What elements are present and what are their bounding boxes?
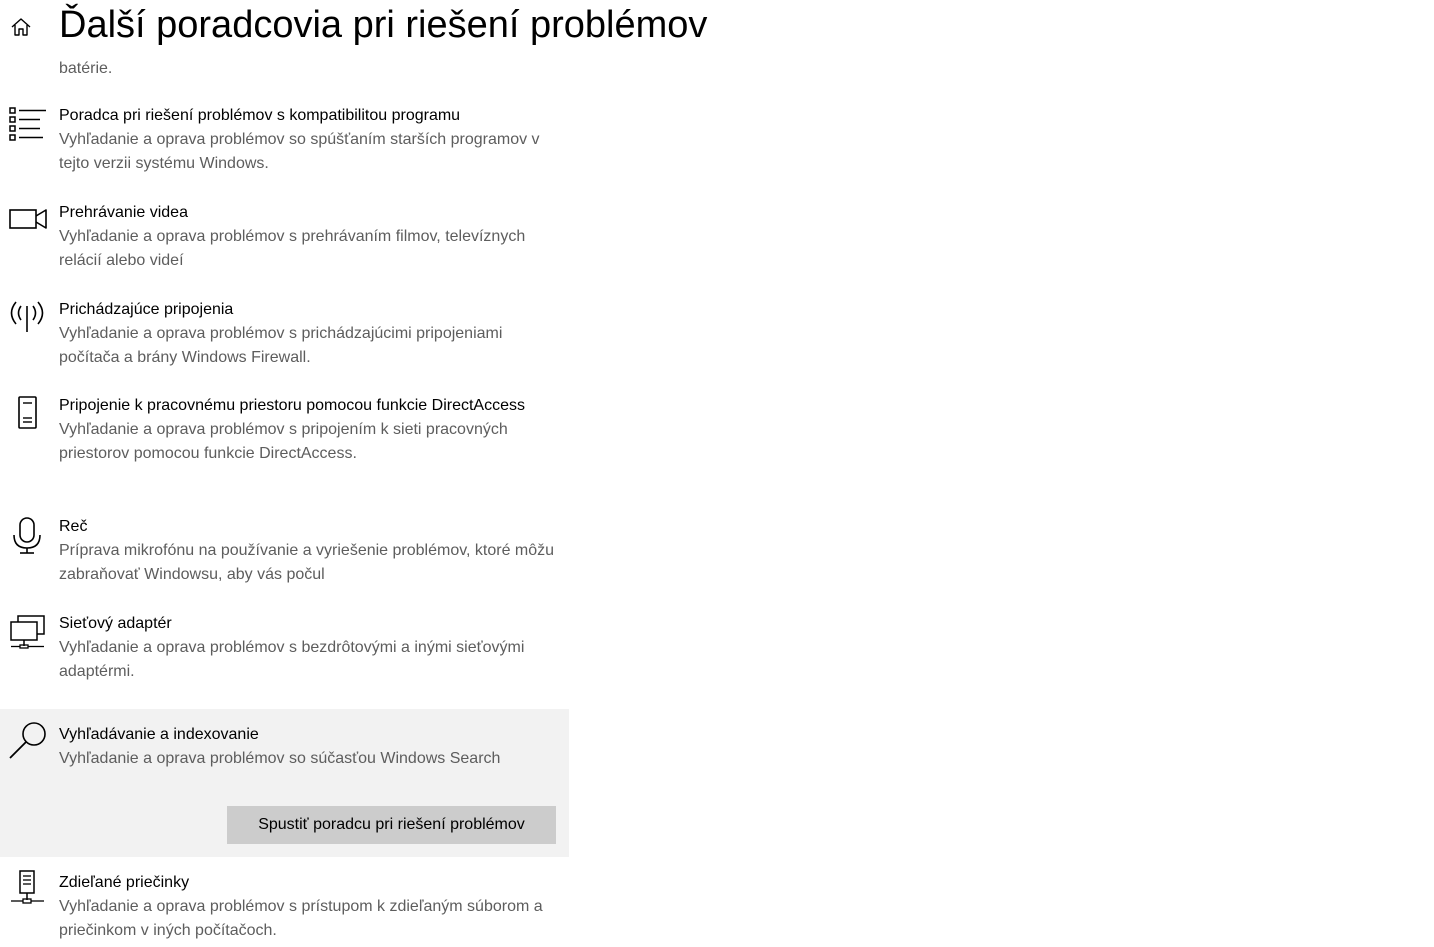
troubleshooter-item-network-adapter[interactable]: Sieťový adaptér Vyhľadanie a oprava prob… (0, 612, 569, 709)
troubleshooter-description: Vyhľadanie a oprava problémov so súčasťo… (59, 750, 501, 767)
troubleshooter-title: Sieťový adaptér (59, 615, 172, 632)
troubleshooter-item-speech[interactable]: Reč Príprava mikrofónu na používanie a v… (0, 515, 569, 612)
troubleshooter-title: Vyhľadávanie a indexovanie (59, 726, 259, 743)
troubleshooter-description: Vyhľadanie a oprava problémov s prehráva… (59, 228, 526, 269)
troubleshooter-item-shared-folders[interactable]: Zdieľané priečinky Vyhľadanie a oprava p… (0, 857, 569, 947)
troubleshooter-title: Poradca pri riešení problémov s kompatib… (59, 107, 461, 124)
phone-icon (8, 396, 48, 436)
run-troubleshooter-button[interactable]: Spustiť poradcu pri riešení problémov (227, 806, 556, 844)
network-adapter-icon (8, 614, 48, 654)
video-camera-icon (8, 203, 48, 243)
troubleshooter-description: Vyhľadanie a oprava problémov s prichádz… (59, 325, 503, 366)
search-icon (8, 721, 48, 761)
troubleshooter-title: Reč (59, 518, 88, 535)
troubleshooter-item-video-playback[interactable]: Prehrávanie videa Vyhľadanie a oprava pr… (0, 201, 569, 298)
home-button[interactable] (6, 12, 36, 42)
troubleshooter-description: Vyhľadanie a oprava problémov s pripojen… (59, 421, 508, 462)
troubleshooter-description: Vyhľadanie a oprava problémov s bezdrôto… (59, 639, 525, 680)
microphone-icon (8, 517, 48, 557)
troubleshooter-description: Príprava mikrofónu na používanie a vyrie… (59, 542, 555, 583)
list-icon (8, 106, 48, 146)
troubleshooter-title: Pripojenie k pracovnému priestoru pomoco… (59, 397, 525, 414)
home-icon (11, 18, 31, 36)
troubleshooter-item-program-compatibility[interactable]: Poradca pri riešení problémov s kompatib… (0, 104, 569, 201)
troubleshooter-description: Vyhľadanie a oprava problémov so spúšťan… (59, 131, 540, 172)
truncated-description: batérie. (59, 60, 113, 77)
troubleshooter-title: Zdieľané priečinky (59, 874, 190, 891)
troubleshooter-item-directaccess[interactable]: Pripojenie k pracovnému priestoru pomoco… (0, 394, 569, 515)
antenna-icon (8, 300, 48, 340)
page-title: Ďalší poradcovia pri riešení problémov (59, 4, 708, 46)
troubleshooter-title: Prichádzajúce pripojenia (59, 301, 234, 318)
page-header: Ďalší poradcovia pri riešení problémov (0, 0, 800, 52)
troubleshooter-item-search-indexing[interactable]: Vyhľadávanie a indexovanie Vyhľadanie a … (0, 709, 569, 857)
troubleshooter-title: Prehrávanie videa (59, 204, 188, 221)
troubleshooter-item-incoming-connections[interactable]: Prichádzajúce pripojenia Vyhľadanie a op… (0, 298, 569, 394)
shared-folder-icon (8, 869, 48, 909)
troubleshooter-list: Poradca pri riešení problémov s kompatib… (0, 104, 569, 947)
